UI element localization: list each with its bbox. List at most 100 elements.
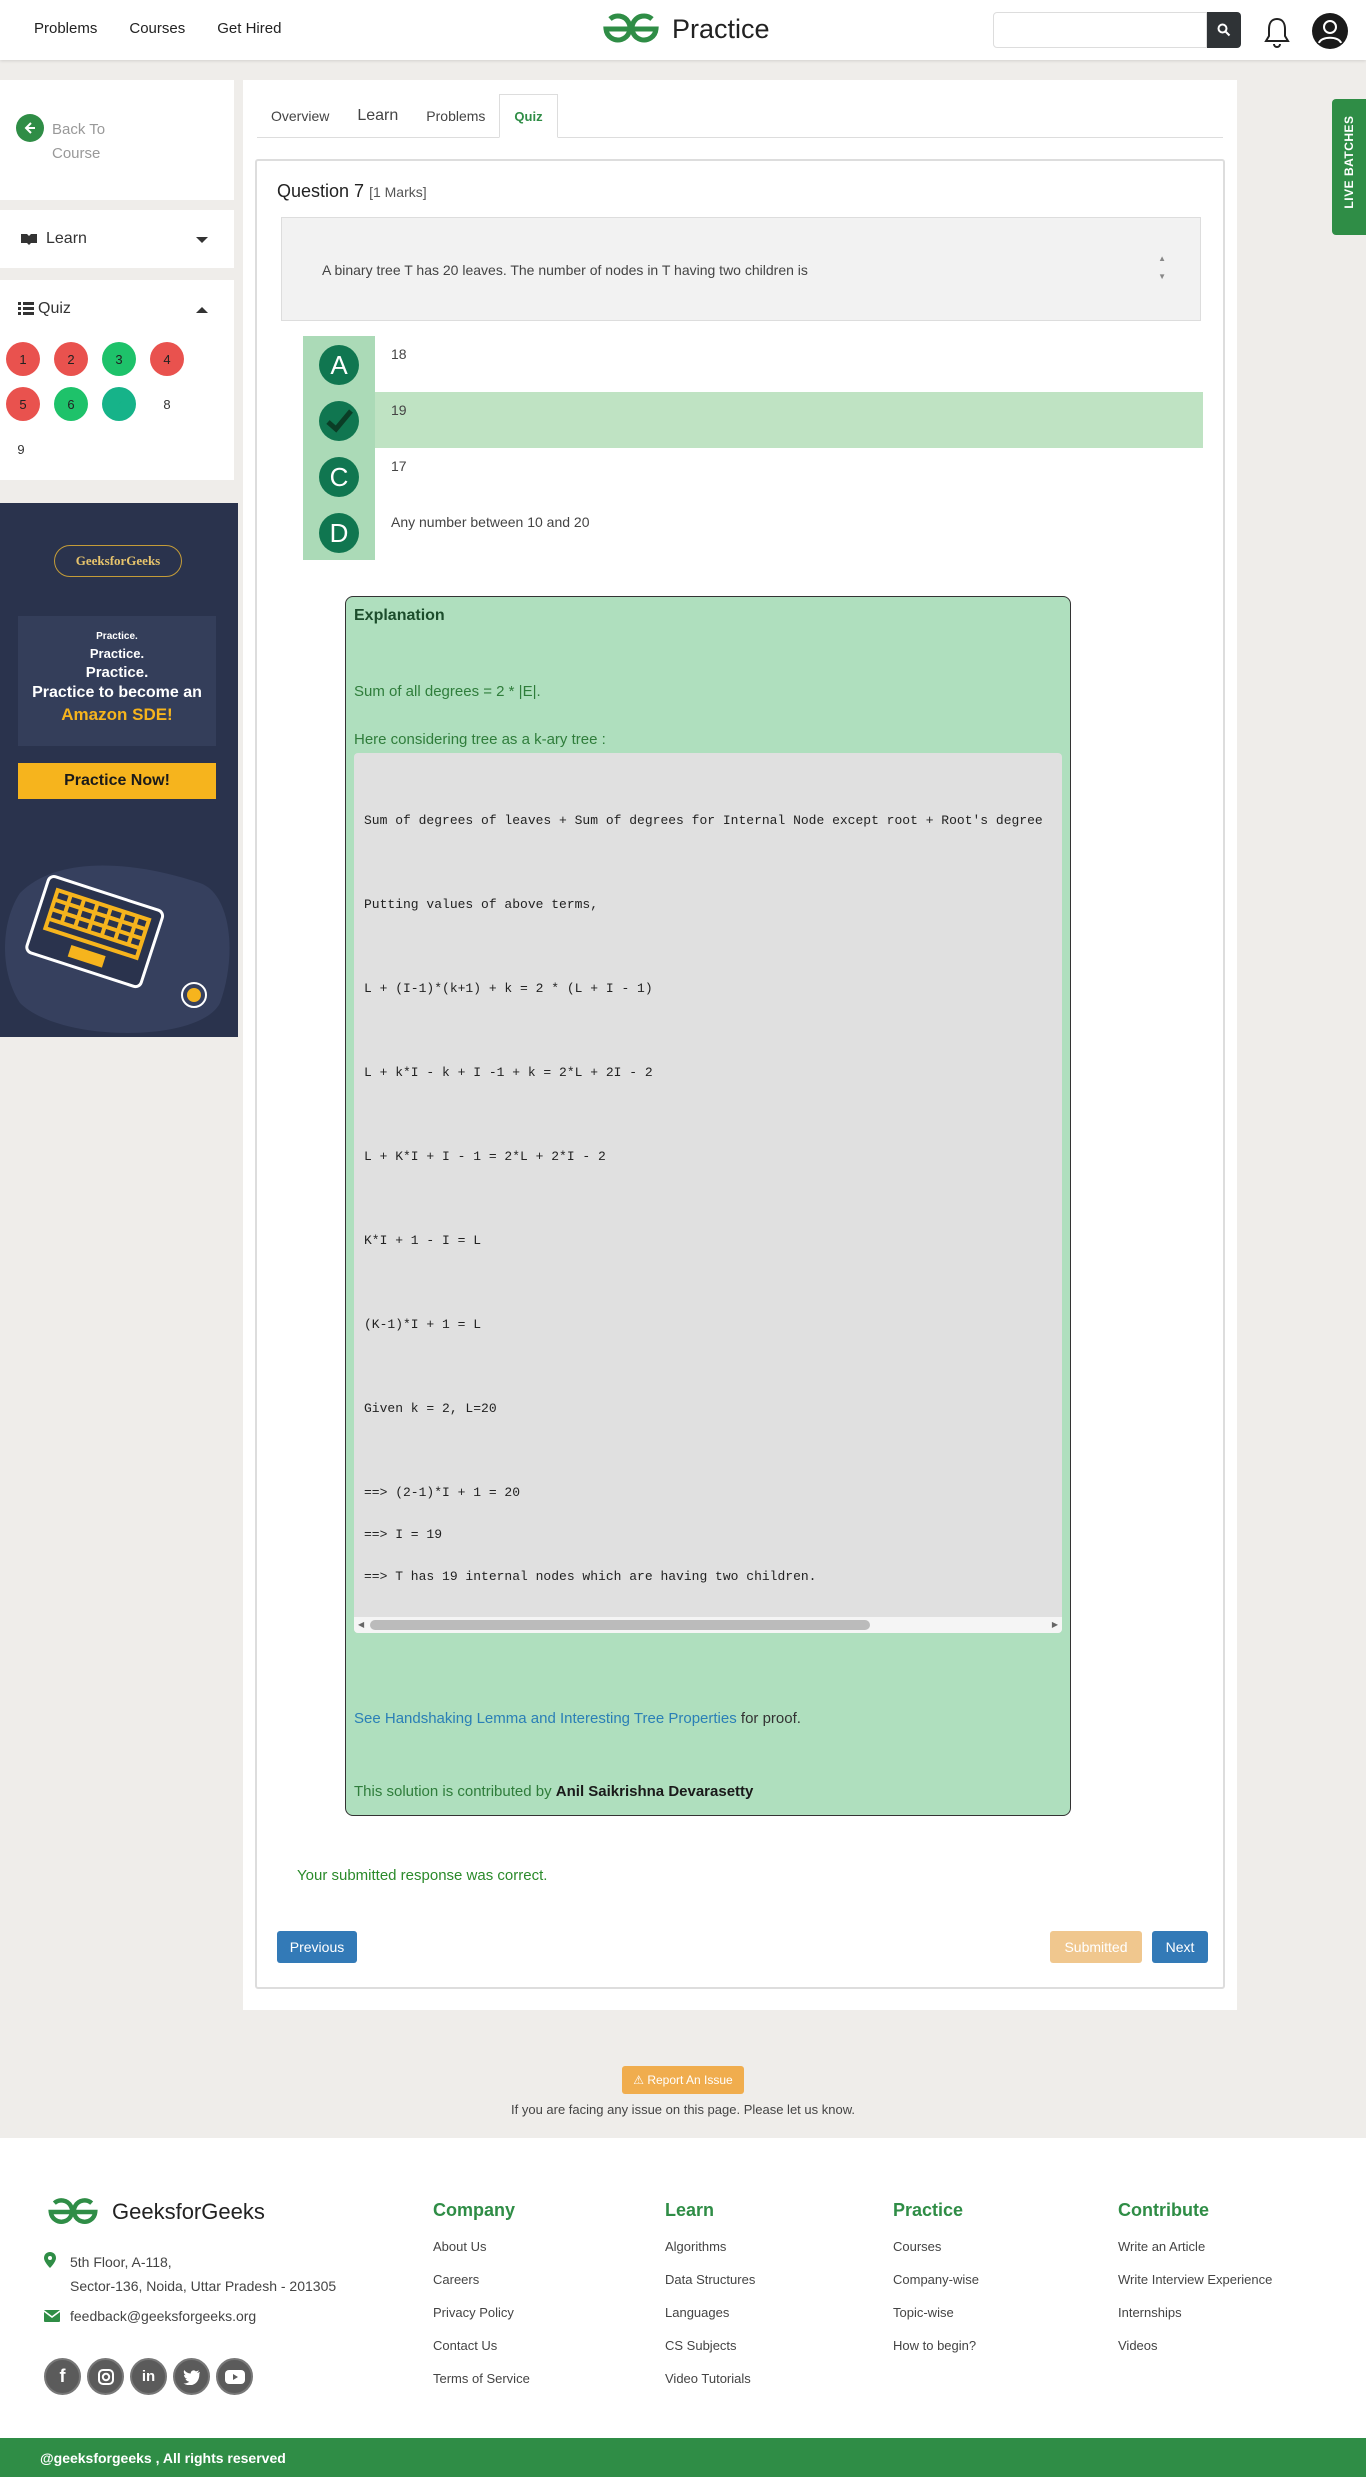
list-icon [18,302,34,315]
explanation-line-2: Here considering tree as a k-ary tree : [354,731,606,748]
footer-link[interactable]: Data Structures [665,2272,755,2305]
gfg-logo-icon [48,2198,98,2224]
footer-link[interactable]: Topic-wise [893,2305,979,2338]
footer-link[interactable]: Careers [433,2272,530,2305]
search-button[interactable] [1207,12,1241,48]
previous-button[interactable]: Previous [277,1931,357,1963]
nav-link-get-hired[interactable]: Get Hired [217,20,281,37]
question-number-5[interactable]: 5 [6,387,40,421]
result-message: Your submitted response was correct. [297,1867,548,1884]
chevron-down-icon [196,237,208,243]
question-number-8[interactable]: 8 [150,387,184,421]
ad-text-box: Practice. Practice. Practice. Practice t… [18,616,216,746]
footer-column-title: Contribute [1118,2200,1209,2220]
question-number-3[interactable]: 3 [102,342,136,376]
option-b-selected[interactable]: 19 [303,392,1203,448]
instagram-icon[interactable] [87,2358,124,2395]
question-text-box: A binary tree T has 20 leaves. The numbe… [281,217,1201,321]
option-text-c: 17 [391,458,407,474]
practice-now-button[interactable]: Practice Now! [18,763,216,799]
notifications-button[interactable] [1262,16,1292,53]
laptop-illustration-icon [5,865,230,1033]
nav-link-problems[interactable]: Problems [34,20,97,37]
question-number-6[interactable]: 6 [54,387,88,421]
question-number-4[interactable]: 4 [150,342,184,376]
footer-link[interactable]: Video Tutorials [665,2371,755,2404]
practice-ad-banner[interactable]: GeeksforGeeks Practice. Practice. Practi… [0,503,238,1037]
location-icon [44,2252,56,2268]
question-number-7[interactable]: 7 [102,387,136,421]
twitter-icon[interactable] [173,2358,210,2395]
footer-link[interactable]: Courses [893,2239,979,2272]
address-line-1: 5th Floor, A-118, [70,2254,172,2270]
code-line: Sum of degrees of leaves + Sum of degree… [364,813,1043,828]
handshaking-lemma-link[interactable]: See Handshaking Lemma and Interesting Tr… [354,1710,737,1727]
ad-brand-pill: GeeksforGeeks [54,545,182,577]
footer-link[interactable]: CS Subjects [665,2338,755,2371]
question-number-1[interactable]: 1 [6,342,40,376]
nav-link-courses[interactable]: Courses [129,20,185,37]
brand[interactable]: Practice [600,11,770,47]
question-scroll-arrows[interactable]: ▲ ▼ [1158,250,1166,286]
tab-learn[interactable]: Learn [343,94,412,138]
footer-brand[interactable]: GeeksforGeeks [44,2196,265,2228]
back-to-course-label: Back To Course [52,118,105,166]
nav-links: Problems Courses Get Hired [34,20,281,37]
footer-address: 5th Floor, A-118, Sector-136, Noida, Utt… [70,2250,336,2298]
next-button[interactable]: Next [1152,1931,1208,1963]
footer-link[interactable]: Internships [1118,2305,1272,2338]
option-a[interactable]: A 18 [303,336,1203,392]
back-label-line2: Course [52,145,101,162]
footer-email[interactable]: feedback@geeksforgeeks.org [70,2308,256,2324]
footer-link[interactable]: Algorithms [665,2239,755,2272]
mail-icon [44,2310,60,2322]
answer-options: A 18 19 C 17 D Any number between 10 and… [303,336,1203,560]
footer-link[interactable]: Company-wise [893,2272,979,2305]
code-horizontal-scrollbar[interactable]: ◀ ▶ [354,1617,1062,1633]
question-marks: [1 Marks] [369,184,427,200]
live-batches-tab[interactable]: LIVE BATCHES [1332,99,1366,235]
course-tabs: Overview Learn Problems Quiz [257,94,1223,138]
scrollbar-thumb[interactable] [370,1620,870,1630]
footer-link[interactable]: Privacy Policy [433,2305,530,2338]
submitted-button[interactable]: Submitted [1050,1931,1142,1963]
question-number-9[interactable]: 9 [6,432,36,466]
code-line: Given k = 2, L=20 [364,1401,497,1416]
footer-link[interactable]: About Us [433,2239,530,2272]
explanation-code-block[interactable]: Sum of degrees of leaves + Sum of degree… [354,753,1062,1633]
search-input[interactable] [993,12,1207,48]
explanation-line-1: Sum of all degrees = 2 * |E|. [354,683,541,700]
footer-link[interactable]: Contact Us [433,2338,530,2371]
facebook-icon[interactable]: f [44,2358,81,2395]
report-issue-button[interactable]: ⚠ Report An Issue [622,2066,744,2094]
user-menu-button[interactable] [1311,12,1349,55]
learn-accordion[interactable]: Learn [0,210,234,268]
back-to-course-card[interactable]: Back To Course [0,80,234,200]
footer-link[interactable]: Write an Article [1118,2239,1272,2272]
question-number-2[interactable]: 2 [54,342,88,376]
youtube-icon[interactable] [216,2358,253,2395]
footer-link[interactable]: Terms of Service [433,2371,530,2404]
footer-link[interactable]: Write Interview Experience [1118,2272,1272,2305]
footer-link[interactable]: How to begin? [893,2338,979,2371]
brand-name: Practice [672,13,770,44]
option-letter-a: A [319,345,359,385]
contributor-prefix: This solution is contributed by [354,1783,556,1800]
option-letter-d: D [319,513,359,553]
quiz-accordion[interactable]: Quiz 1 2 3 4 5 6 7 8 9 [0,280,234,480]
tab-problems[interactable]: Problems [412,94,499,138]
option-text-a: 18 [391,346,407,362]
contributor-line: This solution is contributed by Anil Sai… [354,1783,753,1800]
option-d[interactable]: D Any number between 10 and 20 [303,504,1203,560]
tab-quiz[interactable]: Quiz [499,94,558,138]
top-nav: Problems Courses Get Hired Practice [0,0,1366,60]
tab-overview[interactable]: Overview [257,94,343,138]
gfg-logo-icon [603,13,659,43]
scroll-right-icon[interactable]: ▶ [1052,1620,1058,1629]
footer-link[interactable]: Languages [665,2305,755,2338]
linkedin-icon[interactable]: in [130,2358,167,2395]
footer-link[interactable]: Videos [1118,2338,1272,2371]
copyright-text: @geeksforgeeks , All rights reserved [40,2450,286,2466]
option-c[interactable]: C 17 [303,448,1203,504]
scroll-left-icon[interactable]: ◀ [358,1620,364,1629]
